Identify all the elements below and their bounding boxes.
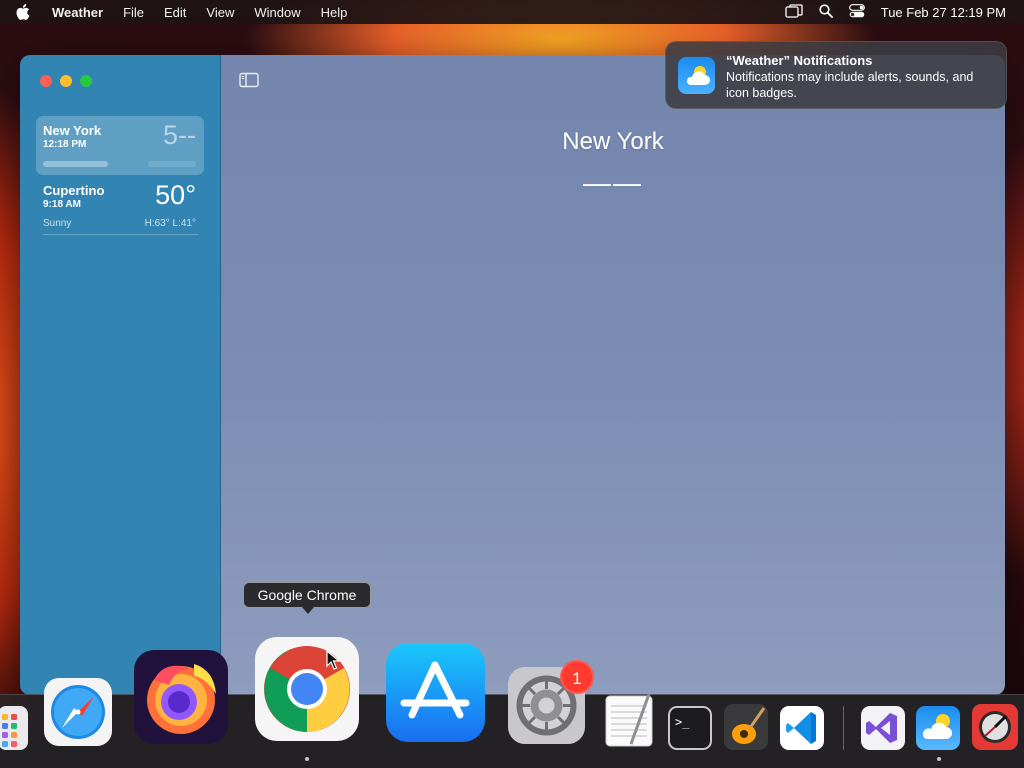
menu-bar: Weather File Edit View Window Help Tue F… — [0, 0, 1024, 24]
running-indicator — [305, 757, 309, 761]
menu-app-name[interactable]: Weather — [52, 5, 103, 20]
minimize-button[interactable] — [60, 75, 72, 87]
textedit-icon[interactable] — [605, 692, 655, 753]
instruments-icon[interactable] — [972, 704, 1018, 755]
locations-sidebar: New York 12:18 PM 5-- Cupertino 9:18 AM … — [20, 55, 221, 695]
google-chrome-icon[interactable] — [255, 637, 359, 746]
location-time: 9:18 AM — [43, 199, 81, 210]
weather-icon[interactable] — [916, 706, 960, 755]
city-title: New York — [562, 128, 664, 155]
garageband-icon[interactable] — [724, 704, 768, 755]
notification-title: “Weather” Notifications — [726, 53, 873, 68]
screen-mirroring-icon[interactable] — [785, 3, 803, 21]
dock-divider — [843, 706, 844, 750]
menu-help[interactable]: Help — [321, 5, 348, 20]
location-card-cupertino[interactable]: Cupertino 9:18 AM 50° Sunny H:63° L:41° — [36, 176, 204, 236]
window-controls — [40, 75, 92, 87]
apple-menu-icon[interactable] — [16, 4, 38, 20]
zoom-button[interactable] — [80, 75, 92, 87]
location-high-low: H:63° L:41° — [144, 218, 196, 229]
menu-file[interactable]: File — [123, 5, 144, 20]
notification-banner[interactable]: “Weather” Notifications Notifications ma… — [665, 41, 1007, 109]
terminal-icon[interactable]: >_ — [668, 706, 712, 755]
notification-badge: 1 — [560, 660, 594, 694]
location-time: 12:18 PM — [43, 139, 87, 150]
loading-placeholder-bar — [148, 161, 196, 167]
location-temp: 50° — [155, 180, 196, 210]
visual-studio-code-icon[interactable] — [780, 706, 824, 755]
menu-window[interactable]: Window — [254, 5, 300, 20]
safari-icon[interactable] — [44, 678, 112, 751]
dock-tooltip: Google Chrome — [243, 582, 371, 614]
weather-window: New York 12:18 PM 5-- Cupertino 9:18 AM … — [20, 55, 1005, 695]
location-name: New York — [43, 123, 102, 138]
mouse-cursor-icon — [326, 649, 341, 675]
loading-placeholder-bar — [43, 161, 108, 167]
visual-studio-icon[interactable] — [861, 706, 905, 755]
location-name: Cupertino — [43, 183, 105, 198]
menu-bar-clock[interactable]: Tue Feb 27 12:19 PM — [881, 5, 1006, 20]
app-store-icon[interactable] — [386, 643, 485, 747]
menu-view[interactable]: View — [206, 5, 234, 20]
svg-text:>_: >_ — [675, 715, 690, 729]
running-indicator — [937, 757, 941, 761]
firefox-icon[interactable] — [134, 650, 228, 749]
notification-body: Notifications may include alerts, sounds… — [726, 70, 974, 100]
location-temp: 5-- — [163, 120, 196, 150]
control-center-icon[interactable] — [848, 3, 865, 21]
launchpad-icon[interactable] — [0, 706, 28, 755]
location-condition: Sunny — [43, 218, 72, 229]
spotlight-search-icon[interactable] — [819, 3, 833, 21]
sidebar-toggle-icon[interactable] — [239, 72, 259, 93]
divider — [43, 234, 199, 235]
current-temperature: —— — [583, 167, 643, 198]
location-card-new-york[interactable]: New York 12:18 PM 5-- — [36, 116, 204, 175]
weather-app-icon — [678, 57, 715, 94]
close-button[interactable] — [40, 75, 52, 87]
menu-edit[interactable]: Edit — [164, 5, 186, 20]
